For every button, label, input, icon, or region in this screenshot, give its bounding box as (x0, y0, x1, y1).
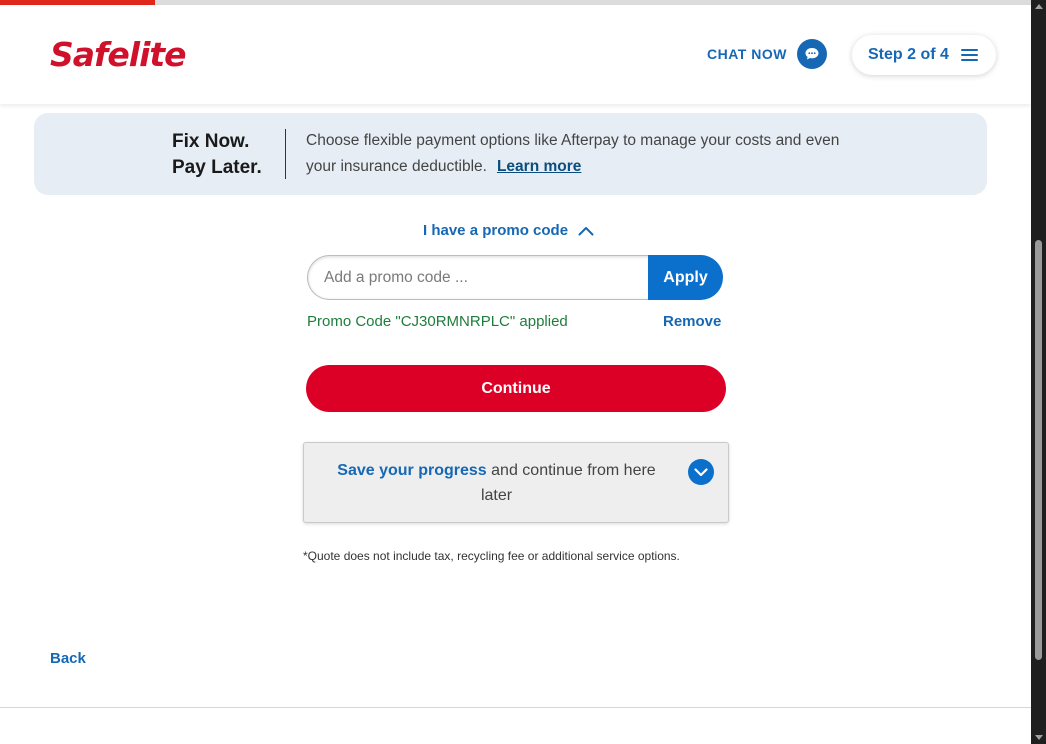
promo-code-form: Apply (307, 255, 723, 300)
back-link[interactable]: Back (50, 650, 86, 667)
banner-text-block: Choose flexible payment options like Aft… (306, 128, 866, 180)
apply-button[interactable]: Apply (648, 255, 723, 300)
step-indicator-menu-button[interactable]: Step 2 of 4 (852, 35, 996, 75)
continue-button[interactable]: Continue (306, 365, 726, 412)
chat-now-label: CHAT NOW (707, 46, 787, 62)
banner-title-line2: Pay Later. (172, 157, 262, 178)
banner-divider (285, 129, 286, 179)
chevron-up-icon (578, 221, 594, 240)
promo-toggle-label: I have a promo code (423, 222, 569, 239)
afterpay-banner: Fix Now. Pay Later. Choose flexible paym… (34, 113, 987, 195)
scroll-up-arrow-icon[interactable] (1035, 4, 1043, 9)
hamburger-menu-icon (960, 49, 978, 61)
scrollbar-thumb[interactable] (1035, 240, 1042, 660)
footer-divider (0, 707, 1031, 708)
promo-code-toggle[interactable]: I have a promo code (423, 221, 594, 240)
save-progress-strong: Save your progress (337, 462, 487, 479)
banner-title: Fix Now. Pay Later. (172, 129, 262, 181)
chat-bubble-icon (796, 39, 827, 69)
header: Safelite CHAT NOW Step 2 of 4 (0, 5, 1031, 104)
quote-disclaimer: *Quote does not include tax, recycling f… (303, 549, 680, 563)
promo-applied-message: Promo Code "CJ30RMNRPLC" applied (307, 313, 568, 330)
banner-title-line1: Fix Now. (172, 131, 250, 152)
step-label: Step 2 of 4 (868, 46, 949, 63)
chevron-down-icon[interactable] (688, 459, 714, 485)
learn-more-link[interactable]: Learn more (497, 158, 581, 175)
safelite-logo[interactable]: Safelite (50, 35, 187, 74)
vertical-scrollbar[interactable] (1031, 0, 1046, 744)
save-progress-rest: and continue from here later (480, 462, 656, 504)
save-progress-panel[interactable]: Save your progress and continue from her… (303, 442, 729, 523)
promo-code-input[interactable] (307, 255, 653, 300)
page: Safelite CHAT NOW Step 2 of 4 Fix Now. P… (0, 0, 1031, 744)
scroll-down-arrow-icon[interactable] (1035, 735, 1043, 740)
chat-now-button[interactable]: CHAT NOW (707, 39, 827, 69)
save-progress-text: Save your progress and continue from her… (324, 458, 669, 508)
remove-promo-link[interactable]: Remove (663, 313, 721, 330)
